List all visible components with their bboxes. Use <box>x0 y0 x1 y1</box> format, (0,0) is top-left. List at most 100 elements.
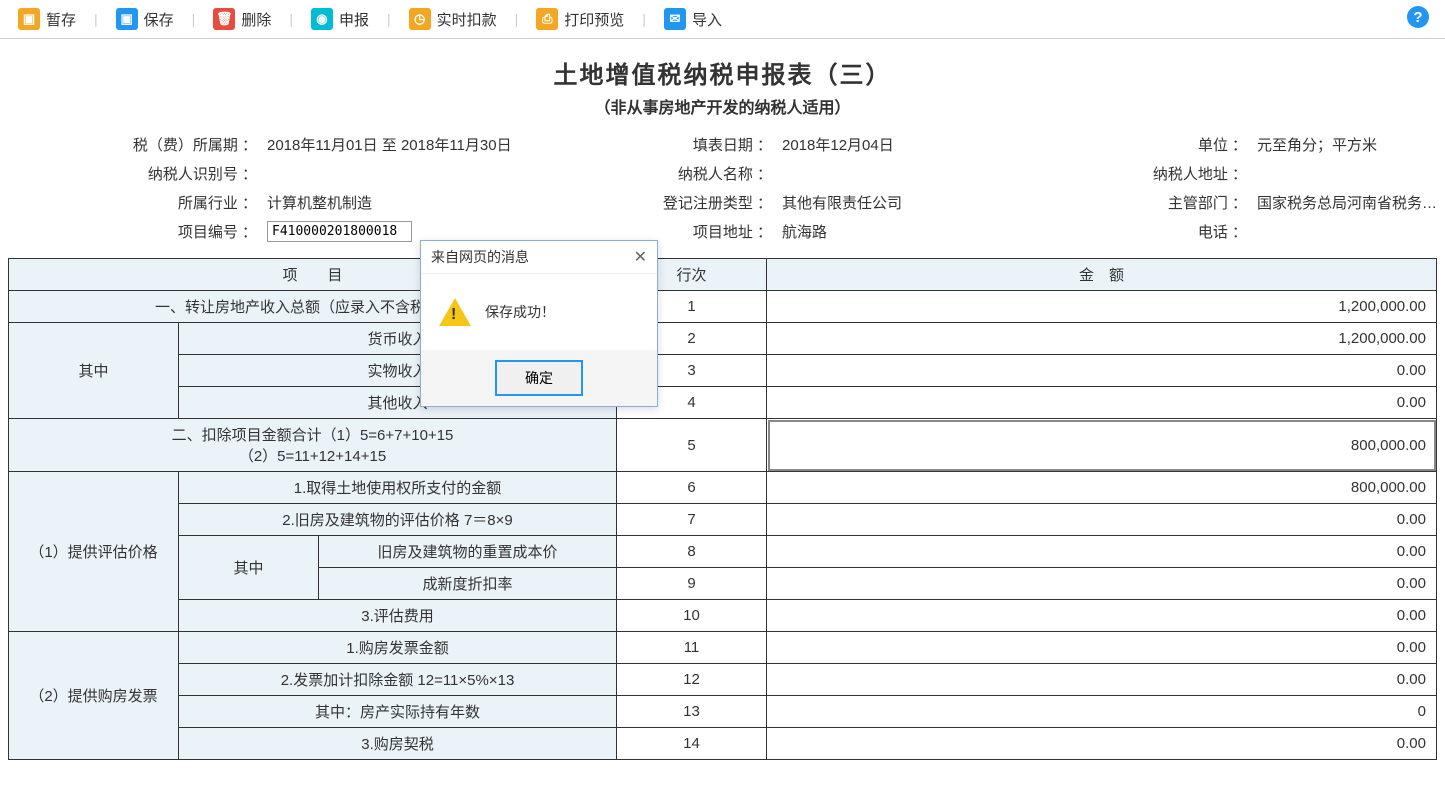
reg-type-label: 登记注册类型 ： <box>633 192 778 213</box>
declare-label: 申报 <box>339 9 369 30</box>
temp-save-button[interactable]: ▣ 暂存 <box>10 4 84 34</box>
amount-cell[interactable]: 1,200,000.00 <box>767 291 1437 323</box>
toolbar-separator: | <box>515 11 519 27</box>
save-button[interactable]: ▣ 保存 <box>108 4 182 34</box>
deduct-label: 实时扣款 <box>437 9 497 30</box>
temp-save-icon: ▣ <box>18 8 40 30</box>
tax-table: 项 目 行次 金 额 一、转让房地产收入总额（应录入不含税收入） 1 1,200… <box>8 258 1437 760</box>
phone-value <box>1253 221 1437 242</box>
item-label: 3.购房契税 <box>179 728 617 760</box>
fill-date-value: 2018年12月04日 <box>778 134 1108 155</box>
import-icon: ✉ <box>664 8 686 30</box>
row-number: 11 <box>617 632 767 664</box>
authority-value: 国家税务总局河南省税务… <box>1253 192 1437 213</box>
section2-line2: （2）5=11+12+14+15 <box>17 445 608 466</box>
warning-icon <box>439 298 471 326</box>
row-number: 14 <box>617 728 767 760</box>
amount-cell[interactable]: 0.00 <box>767 355 1437 387</box>
industry-label: 所属行业 ： <box>8 192 263 213</box>
toolbar-separator: | <box>192 11 196 27</box>
project-no-label: 项目编号 ： <box>8 221 263 242</box>
dialog-message: 保存成功！ <box>485 302 555 322</box>
row-number: 9 <box>617 568 767 600</box>
row-number: 10 <box>617 600 767 632</box>
industry-value: 计算机整机制造 <box>263 192 633 213</box>
delete-label: 删除 <box>241 9 271 30</box>
toolbar-separator: | <box>642 11 646 27</box>
item-label: 2.发票加计扣除金额 12=11×5%×13 <box>179 664 617 696</box>
print-preview-button[interactable]: ⎙ 打印预览 <box>528 4 632 34</box>
toolbar: ▣暂存 | ▣保存 | 🗑删除 | ◉申报 | ◷实时扣款 | ⎙打印预览 | … <box>0 0 1445 39</box>
page-title: 土地增值税纳税申报表（三） <box>8 55 1437 90</box>
row-number: 12 <box>617 664 767 696</box>
item-label: 成新度折扣率 <box>319 568 617 600</box>
save-success-dialog: 来自网页的消息 ✕ 保存成功！ 确定 <box>420 240 658 407</box>
taxpayer-name-value <box>778 163 1108 184</box>
row-number: 13 <box>617 696 767 728</box>
project-addr-label: 项目地址 ： <box>633 221 778 242</box>
declare-button[interactable]: ◉ 申报 <box>303 4 377 34</box>
taxpayer-addr-label: 纳税人地址 ： <box>1108 163 1253 184</box>
amount-cell[interactable]: 0.00 <box>767 504 1437 536</box>
amount-cell[interactable]: 0.00 <box>767 632 1437 664</box>
amount-cell[interactable]: 0.00 <box>767 387 1437 419</box>
taxpayer-name-label: 纳税人名称 ： <box>633 163 778 184</box>
row-number: 5 <box>617 419 767 472</box>
toolbar-separator: | <box>289 11 293 27</box>
save-icon: ▣ <box>116 8 138 30</box>
qizhong-label: 其中 <box>9 323 179 419</box>
reg-type-value: 其他有限责任公司 <box>778 192 1108 213</box>
amount-cell[interactable]: 1,200,000.00 <box>767 323 1437 355</box>
import-button[interactable]: ✉ 导入 <box>656 4 730 34</box>
amount-cell-active[interactable]: 800,000.00 <box>767 419 1437 472</box>
print-icon: ⎙ <box>536 8 558 30</box>
amount-cell[interactable]: 0.00 <box>767 600 1437 632</box>
print-label: 打印预览 <box>564 9 624 30</box>
delete-button[interactable]: 🗑 删除 <box>205 4 279 34</box>
amount-cell[interactable]: 0.00 <box>767 536 1437 568</box>
taxpayer-addr-value <box>1253 163 1437 184</box>
authority-label: 主管部门 ： <box>1108 192 1253 213</box>
col-amount-header: 金 额 <box>767 259 1437 291</box>
amount-cell[interactable]: 0 <box>767 696 1437 728</box>
unit-label: 单位 ： <box>1108 134 1253 155</box>
row-number: 7 <box>617 504 767 536</box>
section2-line1: 二、扣除项目金额合计（1）5=6+7+10+15 <box>17 424 608 445</box>
amount-cell[interactable]: 0.00 <box>767 728 1437 760</box>
group1-label: （1）提供评估价格 <box>9 472 179 632</box>
item-label: 1.取得土地使用权所支付的金额 <box>179 472 617 504</box>
tax-period-value: 2018年11月01日 至 2018年11月30日 <box>263 134 633 155</box>
dialog-title: 来自网页的消息 <box>431 247 529 267</box>
close-icon[interactable]: ✕ <box>634 247 647 267</box>
save-label: 保存 <box>144 9 174 30</box>
phone-label: 电话 ： <box>1108 221 1253 242</box>
row-number: 8 <box>617 536 767 568</box>
amount-cell[interactable]: 0.00 <box>767 664 1437 696</box>
tax-period-label: 税（费）所属期 ： <box>8 134 263 155</box>
toolbar-separator: | <box>387 11 391 27</box>
ok-button[interactable]: 确定 <box>495 360 583 396</box>
realtime-deduct-button[interactable]: ◷ 实时扣款 <box>401 4 505 34</box>
item-label: 其中：房产实际持有年数 <box>179 696 617 728</box>
qizhong-sub-label: 其中 <box>179 536 319 600</box>
fill-date-label: 填表日期 ： <box>633 134 778 155</box>
delete-icon: 🗑 <box>213 8 235 30</box>
amount-cell[interactable]: 800,000.00 <box>767 472 1437 504</box>
help-icon[interactable]: ? <box>1407 6 1429 28</box>
deduct-icon: ◷ <box>409 8 431 30</box>
item-label: 旧房及建筑物的重置成本价 <box>319 536 617 568</box>
taxpayer-id-label: 纳税人识别号 ： <box>8 163 263 184</box>
item-label: 1.购房发票金额 <box>179 632 617 664</box>
amount-cell[interactable]: 0.00 <box>767 568 1437 600</box>
toolbar-separator: | <box>94 11 98 27</box>
unit-value: 元至角分；平方米 <box>1253 134 1437 155</box>
item-label: 3.评估费用 <box>179 600 617 632</box>
temp-save-label: 暂存 <box>46 9 76 30</box>
header-info: 税（费）所属期 ： 2018年11月01日 至 2018年11月30日 填表日期… <box>8 134 1437 242</box>
import-label: 导入 <box>692 9 722 30</box>
declare-icon: ◉ <box>311 8 333 30</box>
section2-label: 二、扣除项目金额合计（1）5=6+7+10+15 （2）5=11+12+14+1… <box>9 419 617 472</box>
row-number: 6 <box>617 472 767 504</box>
project-addr-value: 航海路 <box>778 221 1108 242</box>
project-no-input[interactable] <box>267 221 412 242</box>
